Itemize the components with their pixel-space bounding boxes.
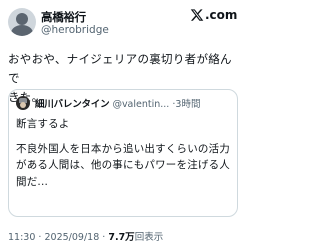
quote-author-name: 細川バレンタイン	[35, 99, 110, 110]
author-avatar[interactable]	[8, 8, 36, 36]
x-logo-icon	[190, 9, 204, 21]
quote-line: 断言するよ	[16, 118, 70, 130]
footer-separator: ·	[38, 232, 42, 243]
x-com-logo: .com	[190, 8, 237, 22]
author-handle[interactable]: @herobridge	[41, 24, 109, 36]
quoted-tweet[interactable]: 細川バレンタイン @valentin... ·3時間 断言するよ 不良外国人を日…	[8, 89, 238, 217]
quote-text: 断言するよ 不良外国人を日本から追い出すくらいの活力 がある人間は、他の事にもパ…	[16, 116, 234, 190]
post-date[interactable]: 2025/09/18	[44, 232, 99, 243]
author-display-name[interactable]: 高橋裕行	[41, 9, 86, 25]
post-time[interactable]: 11:30	[8, 232, 35, 243]
quote-line: 不良外国人を日本から追い出すくらいの活力	[16, 142, 230, 155]
x-com-suffix: .com	[205, 8, 238, 22]
footer-separator: ·	[102, 232, 106, 243]
quote-header: 細川バレンタイン @valentin... ·3時間	[35, 96, 200, 110]
quote-line: 間だ...	[16, 175, 49, 188]
views-count[interactable]: 7.7万	[108, 232, 134, 243]
views-label: 回表示	[134, 232, 164, 243]
tweet-footer: 11:30 · 2025/09/18 · 7.7万回表示	[8, 229, 163, 243]
quote-author-avatar	[16, 96, 30, 110]
quote-time: 3時間	[175, 99, 201, 110]
quote-line: がある人間は、他の事にもパワーを注げる人	[16, 159, 230, 171]
quote-author-handle: @valentin...	[112, 99, 170, 110]
tweet-line: おやおや、ナイジェリアの裏切り者が絡んで	[8, 52, 232, 85]
